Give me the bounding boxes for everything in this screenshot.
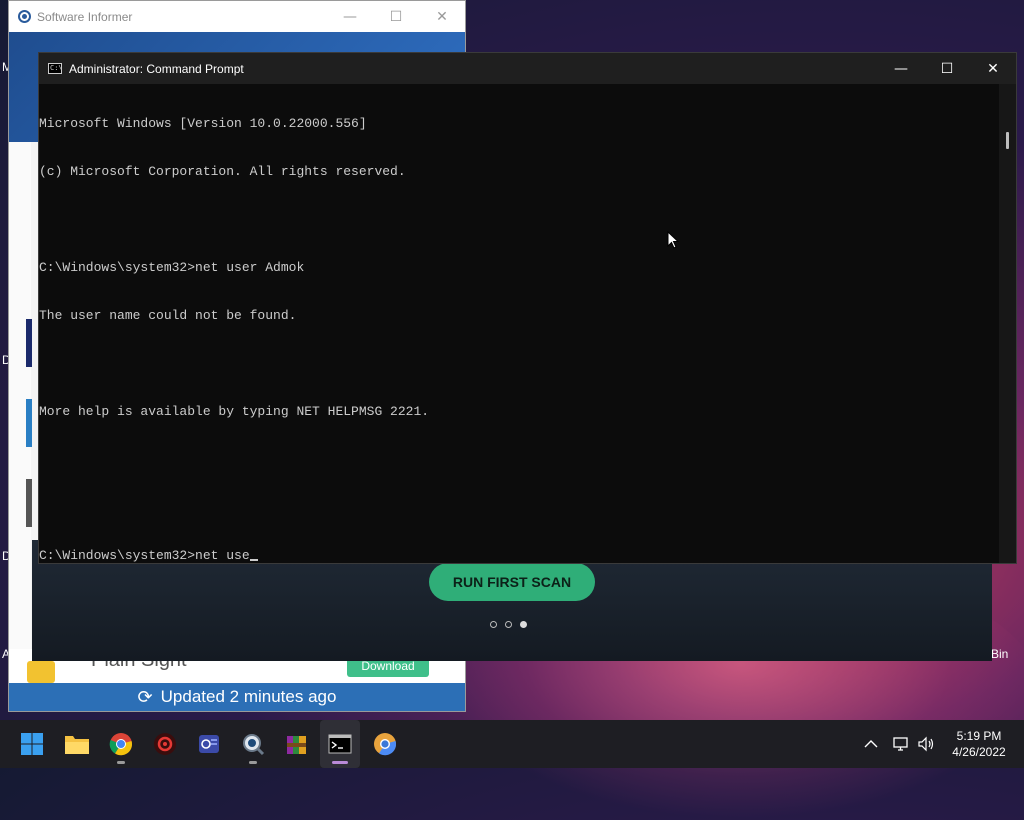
remote-desktop-icon [199, 735, 219, 753]
taskbar-chrome[interactable] [101, 720, 141, 768]
network-status[interactable] [892, 720, 910, 768]
list-item-thumbnail[interactable] [26, 399, 32, 447]
windows-start-icon [21, 733, 43, 755]
cmd-scrollbar-thumb[interactable] [1006, 132, 1009, 149]
running-indicator [249, 761, 257, 764]
software-informer-logo-icon [18, 10, 31, 23]
speaker-icon [918, 736, 934, 752]
taskbar-clock[interactable]: 5:19 PM 4/26/2022 [944, 728, 1014, 760]
terminal-line: The user name could not be found. [39, 308, 297, 323]
list-item-thumbnail[interactable] [26, 479, 32, 527]
command-prompt-icon: C:\ [48, 63, 63, 74]
chevron-up-icon [864, 740, 878, 748]
carousel-dot[interactable] [490, 621, 497, 628]
si-minimize-button[interactable]: — [327, 1, 373, 32]
si-close-button[interactable]: ✕ [419, 1, 465, 32]
terminal-prompt-input[interactable]: C:\Windows\system32>net use [39, 548, 250, 563]
command-prompt-window[interactable]: C:\ Administrator: Command Prompt — ☐ ✕ … [38, 52, 1017, 564]
carousel-dots [490, 621, 527, 628]
cmd-window-title: Administrator: Command Prompt [69, 61, 244, 76]
taskbar [0, 720, 1024, 768]
carousel-dot-active[interactable] [520, 621, 527, 628]
updated-text: Updated 2 minutes ago [160, 687, 337, 706]
taskbar-search-app[interactable] [233, 720, 273, 768]
mouse-pointer-icon [667, 231, 680, 249]
carousel-dot[interactable] [505, 621, 512, 628]
chromium-icon [374, 733, 397, 756]
terminal-line: More help is available by typing NET HEL… [39, 404, 430, 419]
taskbar-chromium[interactable] [365, 720, 405, 768]
cmd-maximize-button[interactable]: ☐ [924, 53, 970, 84]
recycle-bin-label[interactable]: Bin [991, 647, 1008, 661]
terminal-icon [328, 734, 352, 754]
running-indicator [117, 761, 125, 764]
si-window-title: Software Informer [37, 9, 133, 24]
updated-status-bar: ⟳ Updated 2 minutes ago [9, 683, 465, 711]
archive-books-icon [287, 736, 306, 754]
terminal-input-line[interactable]: C:\Windows\system32>net use [39, 548, 999, 564]
taskbar-winrar[interactable] [277, 720, 317, 768]
chrome-icon [109, 733, 133, 756]
si-maximize-button[interactable]: ☐ [373, 1, 419, 32]
folder-icon [65, 736, 89, 754]
list-item-thumbnail[interactable] [26, 319, 32, 367]
taskbar-security-app[interactable] [145, 720, 185, 768]
cmd-close-button[interactable]: ✕ [970, 53, 1016, 84]
taskbar-file-explorer[interactable] [57, 720, 97, 768]
volume-control[interactable] [917, 720, 935, 768]
show-hidden-icons-button[interactable] [864, 720, 878, 768]
text-cursor [249, 559, 258, 561]
clock-time: 5:19 PM [956, 729, 1002, 743]
taskbar-start[interactable] [12, 720, 52, 768]
plain-sight-app-icon [27, 661, 55, 683]
active-indicator [332, 761, 348, 764]
clock-date: 4/26/2022 [952, 745, 1006, 759]
terminal-output[interactable]: Microsoft Windows [Version 10.0.22000.55… [39, 84, 999, 563]
cmd-minimize-button[interactable]: — [878, 53, 924, 84]
taskbar-command-prompt[interactable] [320, 720, 360, 768]
si-titlebar[interactable]: Software Informer — ☐ ✕ [9, 1, 465, 32]
cmd-titlebar[interactable]: C:\ Administrator: Command Prompt — ☐ ✕ [39, 53, 1016, 84]
virus-shield-icon [154, 733, 176, 755]
taskbar-remote-app[interactable] [189, 720, 229, 768]
terminal-line: Microsoft Windows [Version 10.0.22000.55… [39, 116, 367, 131]
network-monitor-icon [893, 737, 908, 751]
terminal-line: (c) Microsoft Corporation. All rights re… [39, 164, 406, 179]
refresh-icon[interactable]: ⟳ [138, 687, 153, 708]
terminal-line: C:\Windows\system32>net user Admok [39, 260, 305, 275]
magnifier-icon [243, 734, 265, 756]
cmd-scrollbar[interactable] [999, 84, 1016, 563]
